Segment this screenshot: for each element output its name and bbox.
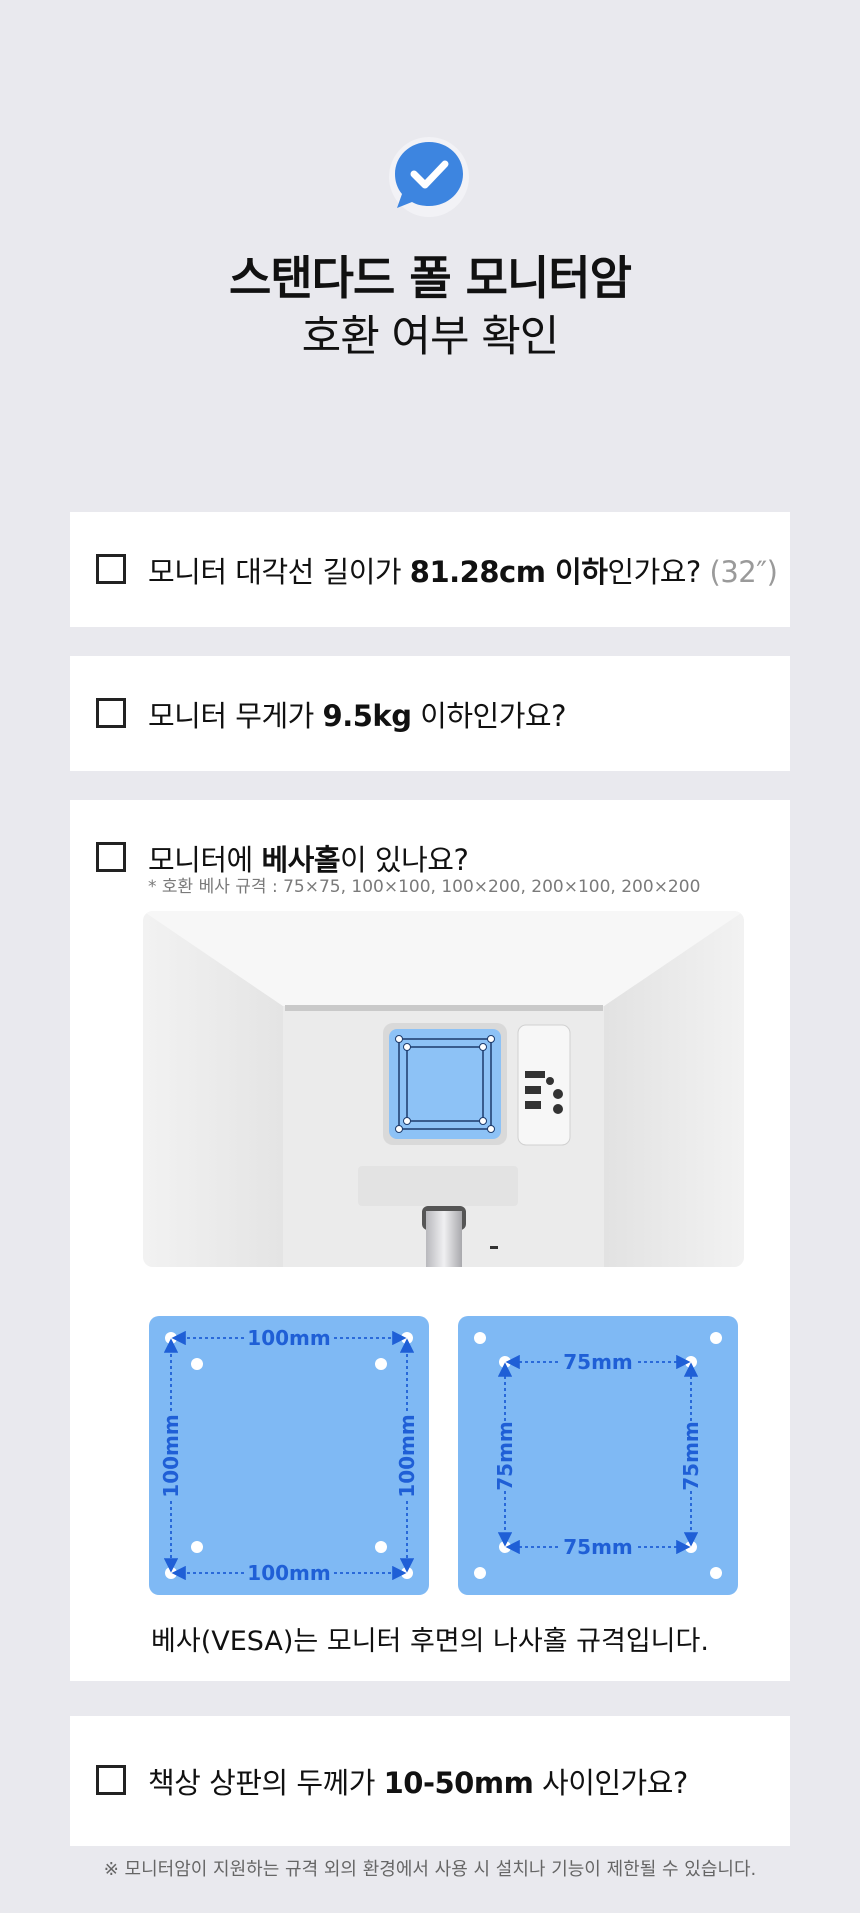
checklist-card-desk-thickness: 책상 상판의 두께가 10-50mm 사이인가요? [70, 1716, 790, 1846]
vesa-75-right-label: 75mm [679, 1421, 703, 1491]
question-screen-size: 모니터 대각선 길이가 81.28cm 이하인가요? (32″) [148, 549, 778, 591]
question-weight: 모니터 무게가 9.5kg 이하인가요? [148, 693, 566, 735]
question-text: 이하인가요? [411, 699, 566, 733]
question-text: 인가요? [607, 555, 710, 589]
checkbox-vesa[interactable] [96, 842, 126, 872]
question-highlight: 81.28cm 이하 [409, 555, 608, 589]
vesa-100-right-label: 100mm [395, 1414, 419, 1497]
vesa-caption: 베사(VESA)는 모니터 후면의 나사홀 규격입니다. [151, 1626, 709, 1657]
question-highlight: 9.5kg [322, 699, 412, 733]
page-title: 스탠다드 폴 모니터암 [229, 251, 632, 305]
vesa-75-diagram: 75mm 75mm 75mm 75mm [458, 1316, 738, 1595]
check-chat-bubble-icon [389, 137, 469, 217]
question-inch-hint: (32″) [709, 555, 778, 589]
question-text: 사이인가요? [533, 1766, 688, 1800]
vesa-100-diagram: 100mm 100mm 100mm 100mm [149, 1316, 429, 1595]
question-text: 모니터 무게가 [148, 699, 323, 733]
checkbox-desk-thickness[interactable] [96, 1765, 126, 1795]
question-highlight: 10-50mm [383, 1766, 534, 1800]
vesa-75-left-label: 75mm [493, 1421, 517, 1491]
question-text: 책상 상판의 두께가 [148, 1766, 384, 1800]
footer-note: ※ 모니터암이 지원하는 규격 외의 환경에서 사용 시 설치나 기능이 제한될… [103, 1859, 757, 1880]
vesa-100-left-label: 100mm [159, 1414, 183, 1497]
vesa-100-bottom-label: 100mm [247, 1561, 330, 1585]
vesa-75-top-label: 75mm [563, 1350, 633, 1374]
vesa-spec-note: * 호환 베사 규격 : 75×75, 100×100, 100×200, 20… [148, 877, 701, 897]
monitor-back-image [143, 911, 744, 1267]
page-subtitle: 호환 여부 확인 [301, 312, 560, 362]
question-desk-thickness: 책상 상판의 두께가 10-50mm 사이인가요? [148, 1760, 688, 1802]
checkbox-weight[interactable] [96, 698, 126, 728]
checklist-card-weight: 모니터 무게가 9.5kg 이하인가요? [70, 656, 790, 771]
question-text: 모니터 대각선 길이가 [148, 555, 410, 589]
checklist-card-screen-size: 모니터 대각선 길이가 81.28cm 이하인가요? (32″) [70, 512, 790, 627]
checkbox-screen-size[interactable] [96, 554, 126, 584]
vesa-75-bottom-label: 75mm [563, 1535, 633, 1559]
vesa-100-top-label: 100mm [247, 1326, 330, 1350]
